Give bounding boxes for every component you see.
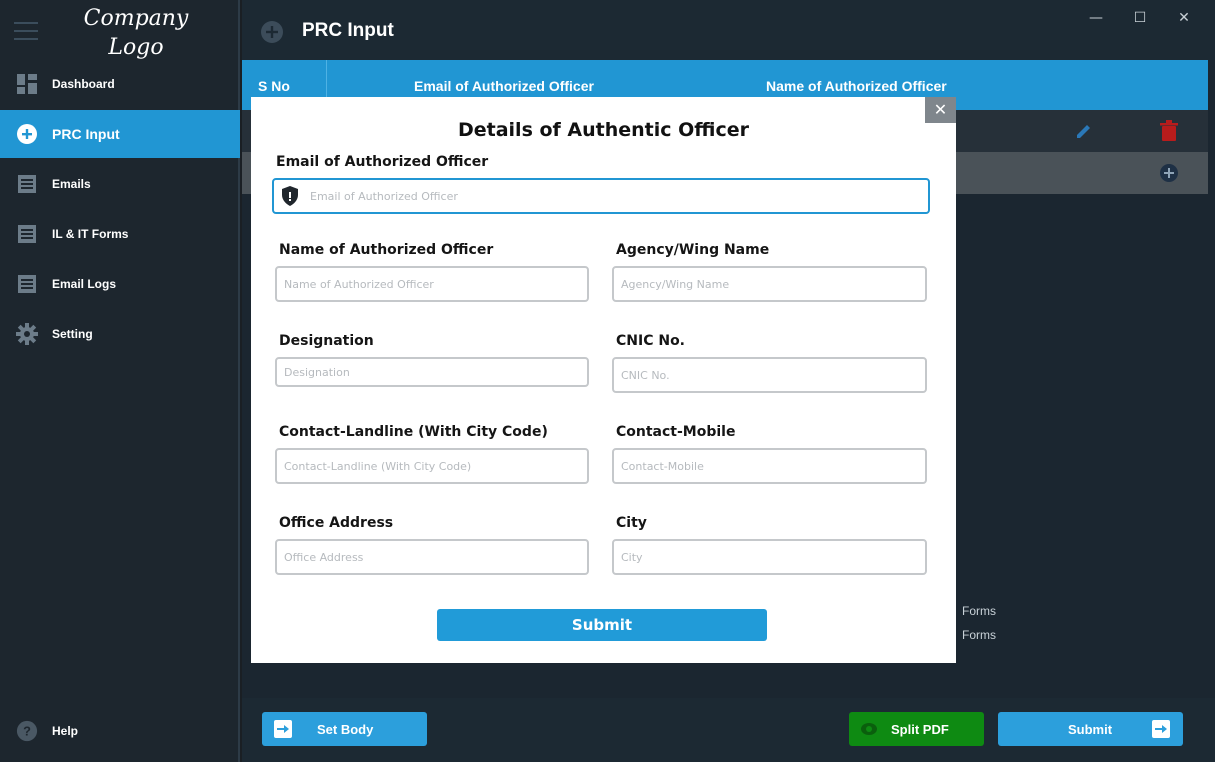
set-body-button[interactable]: Set Body [262, 712, 427, 746]
background-forms-text: Forms [962, 628, 996, 642]
office-address-field[interactable] [275, 539, 589, 575]
plus-circle-icon [260, 20, 284, 44]
delete-icon[interactable] [1160, 120, 1178, 142]
arrow-right-box-icon [274, 720, 292, 738]
list-icon [16, 273, 38, 295]
city-field[interactable] [612, 539, 927, 575]
sidebar-item-label: Setting [52, 327, 93, 341]
designation-field[interactable] [275, 357, 589, 387]
bottom-toolbar: Set Body Split PDF Submit [242, 698, 1215, 762]
designation-label: Designation [279, 333, 374, 349]
help-label: Help [52, 724, 79, 738]
column-header-email: Email of Authorized Officer [414, 78, 594, 94]
mobile-label: Contact-Mobile [616, 424, 736, 440]
office-address-label: Office Address [279, 515, 394, 531]
hamburger-menu-icon[interactable] [14, 22, 38, 40]
column-header-sno: S No [258, 78, 290, 94]
dashboard-icon [16, 73, 38, 95]
help-icon: ? [16, 720, 38, 742]
set-body-label: Set Body [317, 721, 374, 737]
close-window-button[interactable]: ✕ [1174, 8, 1194, 28]
list-icon [16, 223, 38, 245]
page-title: PRC Input [302, 20, 394, 41]
arrow-right-box-icon [1152, 720, 1170, 738]
dialog-submit-button[interactable]: Submit [437, 609, 767, 641]
sidebar-item-label: Dashboard [52, 77, 115, 91]
agency-field[interactable] [612, 266, 927, 302]
column-header-name: Name of Authorized Officer [766, 78, 947, 94]
add-row-icon[interactable] [1159, 163, 1179, 183]
sidebar-item-setting[interactable]: Setting [0, 310, 240, 358]
agency-label: Agency/Wing Name [616, 242, 770, 258]
sidebar-item-label: PRC Input [52, 126, 120, 142]
split-pdf-label: Split PDF [891, 721, 949, 737]
cnic-field[interactable] [612, 357, 927, 393]
maximize-button[interactable]: ☐ [1130, 8, 1150, 28]
sidebar-item-il-it-forms[interactable]: IL & IT Forms [0, 210, 240, 258]
sidebar-item-label: Email Logs [52, 277, 117, 291]
sidebar-item-label: IL & IT Forms [52, 227, 129, 241]
landline-label: Contact-Landline (With City Code) [279, 424, 548, 440]
gear-icon [16, 323, 38, 345]
cnic-label: CNIC No. [616, 333, 686, 349]
background-forms-text: Forms [962, 604, 996, 618]
city-label: City [616, 515, 647, 531]
officer-details-dialog: ✕ Details of Authentic Officer Email of … [251, 97, 956, 663]
officer-name-label: Name of Authorized Officer [279, 242, 494, 258]
email-label: Email of Authorized Officer [276, 154, 489, 170]
logo-line-1: Company [83, 6, 189, 31]
sidebar-item-prc-input[interactable]: PRC Input [0, 110, 240, 158]
dialog-title: Details of Authentic Officer [457, 119, 750, 141]
logo-line-2: Logo [108, 35, 164, 60]
mobile-field[interactable] [612, 448, 927, 484]
sidebar-item-dashboard[interactable]: Dashboard [0, 60, 240, 108]
company-logo: Company Logo [70, 4, 202, 62]
sidebar-item-label: Emails [52, 177, 91, 191]
email-field[interactable] [272, 178, 930, 214]
sidebar: Company Logo Dashboard PRC Input Emails … [0, 0, 240, 762]
title-bar: PRC Input — ☐ ✕ [242, 0, 1215, 60]
svg-text:?: ? [23, 724, 31, 739]
list-icon [16, 173, 38, 195]
minimize-button[interactable]: — [1086, 8, 1106, 28]
sidebar-item-help[interactable]: ? Help [0, 707, 240, 755]
plus-circle-icon [16, 123, 38, 145]
split-pdf-button[interactable]: Split PDF [849, 712, 984, 746]
edit-icon[interactable] [1074, 121, 1094, 141]
sidebar-item-emails[interactable]: Emails [0, 160, 240, 208]
officer-name-field[interactable] [275, 266, 589, 302]
sidebar-item-email-logs[interactable]: Email Logs [0, 260, 240, 308]
submit-button[interactable]: Submit [998, 712, 1183, 746]
submit-label: Submit [1068, 721, 1113, 737]
landline-field[interactable] [275, 448, 589, 484]
eye-icon [860, 722, 878, 736]
shield-icon [281, 186, 299, 206]
